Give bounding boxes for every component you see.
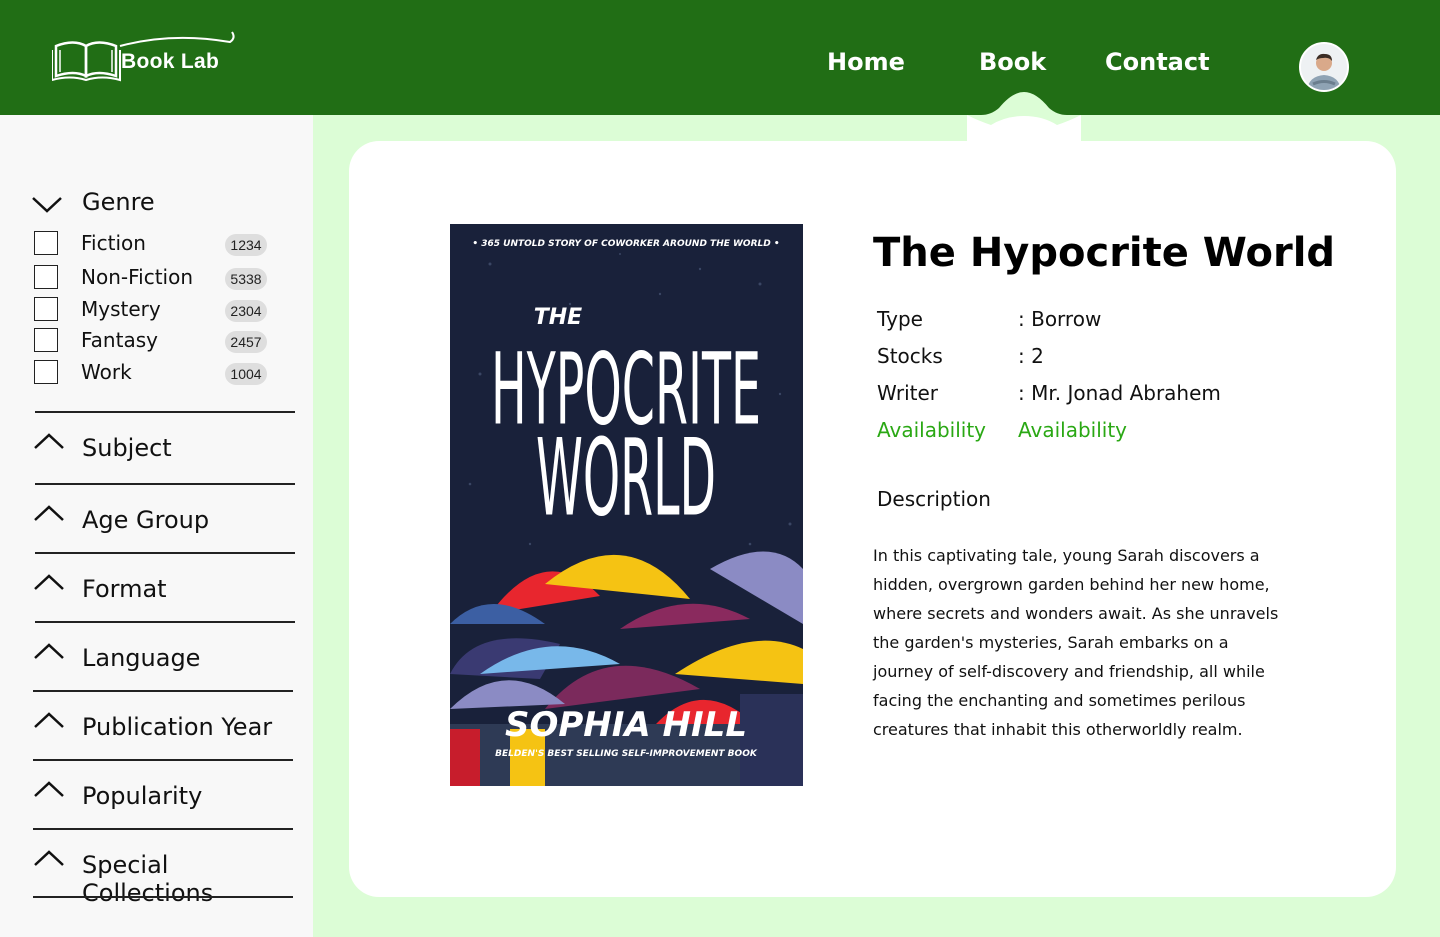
cover-title-small: THE	[534, 305, 582, 330]
work-checkbox[interactable]	[34, 360, 58, 384]
count-badge: 2304	[225, 300, 267, 322]
mystery-checkbox[interactable]	[34, 297, 58, 321]
description-text: In this captivating tale, young Sarah di…	[873, 546, 1279, 739]
chevron-up-icon[interactable]	[32, 502, 66, 524]
meta-value-availability: Availability	[1018, 418, 1128, 442]
chevron-up-icon[interactable]	[32, 571, 66, 593]
user-avatar[interactable]	[1299, 42, 1349, 92]
divider	[33, 759, 293, 761]
count-badge: 1234	[225, 234, 267, 256]
count-badge: 2457	[225, 331, 267, 353]
book-title: The Hypocrite World	[873, 230, 1336, 276]
divider	[35, 483, 295, 485]
top-navbar: Book Lab Home Book Contact	[0, 0, 1440, 115]
filter-popularity[interactable]: Popularity	[32, 778, 302, 828]
chevron-up-icon[interactable]	[32, 847, 66, 869]
genre-option-fantasy[interactable]: Fantasy 2457	[34, 328, 274, 354]
filter-title: Subject	[82, 434, 172, 462]
genre-option-mystery[interactable]: Mystery 2304	[34, 297, 274, 323]
chevron-up-icon[interactable]	[32, 778, 66, 800]
genre-label: Work	[81, 360, 132, 384]
genre-label: Non-Fiction	[81, 265, 194, 289]
cover-tagline: • 365 UNTOLD STORY OF COWORKER AROUND TH…	[472, 239, 779, 249]
chevron-up-icon[interactable]	[32, 709, 66, 731]
filter-title: Popularity	[82, 782, 203, 810]
filter-age-group[interactable]: Age Group	[32, 502, 302, 552]
fiction-checkbox[interactable]	[34, 231, 58, 255]
filter-special-collections[interactable]: Special Collections	[32, 847, 302, 907]
meta-label-type: Type	[877, 307, 923, 331]
genre-option-non-fiction[interactable]: Non-Fiction 5338	[34, 265, 274, 291]
meta-value-type: : Borrow	[1018, 307, 1102, 331]
chevron-down-icon[interactable]	[30, 190, 64, 216]
filter-title: Language	[82, 644, 201, 672]
chevron-up-icon[interactable]	[32, 640, 66, 662]
genre-option-fiction[interactable]: Fiction 1234	[34, 231, 274, 257]
genre-label: Fantasy	[81, 328, 158, 352]
genre-label: Fiction	[81, 231, 146, 255]
filter-title: Special Collections	[82, 851, 214, 907]
genre-filter-header[interactable]: Genre	[30, 186, 300, 220]
nav-home[interactable]: Home	[827, 48, 905, 76]
cover-author: SOPHIA HILL	[505, 705, 747, 745]
active-tab-indicator	[963, 92, 1085, 143]
meta-label-stocks: Stocks	[877, 344, 943, 368]
book-cover-image[interactable]: • 365 UNTOLD STORY OF COWORKER AROUND TH…	[450, 224, 803, 786]
meta-value-stocks: : 2	[1018, 344, 1044, 368]
divider	[33, 690, 293, 692]
filter-title: Format	[82, 575, 167, 603]
genre-title: Genre	[82, 188, 155, 216]
divider	[35, 621, 295, 623]
brand-name: Book Lab	[121, 50, 220, 73]
cover-subtitle: BELDEN'S BEST SELLING SELF-IMPROVEMENT B…	[495, 749, 758, 759]
divider	[33, 828, 293, 830]
chevron-up-icon[interactable]	[32, 430, 66, 452]
fantasy-checkbox[interactable]	[34, 328, 58, 352]
meta-label-writer: Writer	[877, 381, 939, 405]
filter-title: Age Group	[82, 506, 210, 534]
filter-language[interactable]: Language	[32, 640, 302, 690]
meta-label-availability: Availability	[877, 418, 987, 442]
non-fiction-checkbox[interactable]	[34, 265, 58, 289]
filter-format[interactable]: Format	[32, 571, 302, 621]
divider	[35, 552, 295, 554]
genre-label: Mystery	[81, 297, 161, 321]
description-heading: Description	[877, 487, 991, 511]
count-badge: 5338	[225, 268, 267, 290]
nav-book[interactable]: Book	[979, 48, 1046, 76]
genre-option-work[interactable]: Work 1004	[34, 360, 274, 386]
cover-title-line2: WORLD	[536, 417, 716, 541]
filter-title: Publication Year	[82, 713, 273, 741]
nav-contact[interactable]: Contact	[1105, 48, 1210, 76]
filter-subject[interactable]: Subject	[32, 430, 302, 480]
divider	[33, 896, 293, 898]
user-photo-icon	[1301, 44, 1347, 90]
count-badge: 1004	[225, 363, 267, 385]
filter-publication-year[interactable]: Publication Year	[32, 709, 302, 759]
meta-value-writer: : Mr. Jonad Abrahem	[1018, 381, 1221, 405]
divider	[35, 411, 295, 413]
